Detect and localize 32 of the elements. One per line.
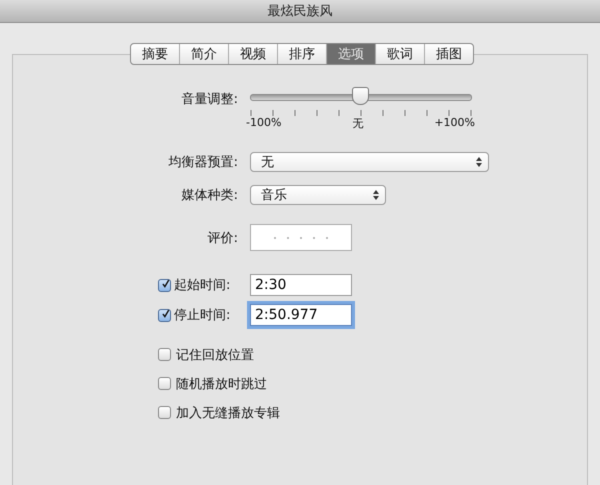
field-label: 媒体种类: — [180, 187, 239, 204]
time-field[interactable]: 2:50.977 — [250, 304, 352, 326]
checkbox[interactable] — [158, 348, 171, 361]
checkbox[interactable] — [158, 278, 171, 292]
checkbox-label: 停止时间: — [174, 307, 230, 324]
time-field[interactable]: 2:30 — [250, 274, 352, 296]
scale-label: 无 — [352, 116, 364, 131]
checkbox-label: 加入无缝播放专辑 — [176, 404, 280, 422]
media-kind-select[interactable]: 音乐 — [250, 185, 386, 205]
field-label: 音量调整: — [180, 91, 239, 108]
slider-thumb[interactable] — [352, 87, 369, 105]
checkbox-label: 记住回放位置 — [176, 346, 254, 364]
checkbox-label: 起始时间: — [174, 277, 230, 294]
tab[interactable]: 简介 — [180, 44, 229, 64]
rating-field[interactable] — [250, 224, 352, 251]
equalizer-select[interactable]: 无 — [250, 152, 489, 172]
tab[interactable]: 选项 — [327, 44, 376, 64]
field-label: 均衡器预置: — [168, 154, 239, 171]
tab[interactable]: 歌词 — [376, 44, 425, 64]
scale-label: -100% — [246, 116, 282, 131]
checkbox[interactable] — [158, 406, 171, 419]
scale-label: +100% — [434, 116, 475, 131]
window-title: 最炫民族风 — [268, 3, 332, 20]
tab[interactable]: 摘要 — [131, 44, 180, 64]
field-label: 评价: — [206, 230, 239, 246]
updown-arrows-icon — [476, 157, 482, 167]
updown-arrows-icon — [373, 190, 379, 200]
tab[interactable]: 插图 — [425, 44, 473, 64]
checkbox[interactable] — [158, 308, 171, 322]
checkbox[interactable] — [158, 377, 171, 390]
tab[interactable]: 视频 — [229, 44, 278, 64]
checkbox-label: 随机播放时跳过 — [176, 376, 267, 392]
